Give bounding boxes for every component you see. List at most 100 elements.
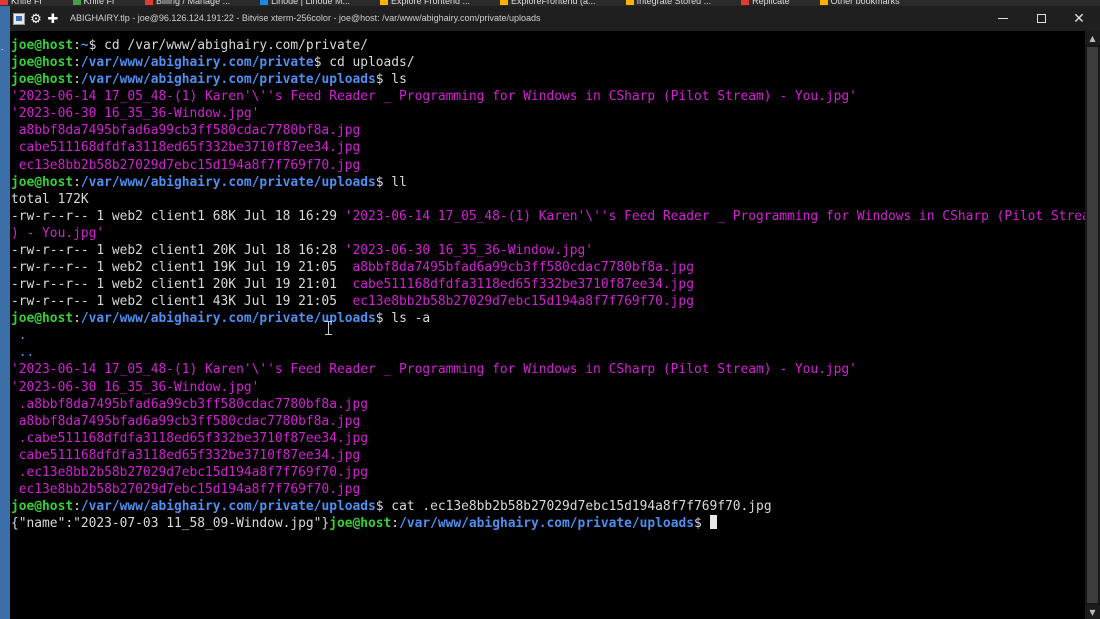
mouse-ibeam-cursor	[325, 321, 332, 335]
plus-icon[interactable]: ✚	[46, 12, 60, 27]
terminal-line: joe@host:/var/www/abighairy.com/private/…	[11, 310, 1085, 327]
bookmark-icon	[625, 0, 634, 5]
close-icon: ✕	[1073, 10, 1085, 27]
terminal-line: ..	[11, 344, 1085, 361]
terminal-text: -rw-r--r-- 1 web2 client1 43K Jul 19 21:…	[11, 294, 345, 310]
gear-icon[interactable]: ⚙	[29, 12, 43, 27]
file-name: cabe511168dfdfa3118ed65f332be3710f87ee34…	[11, 447, 361, 463]
terminal-line: -rw-r--r-- 1 web2 client1 19K Jul 19 21:…	[11, 259, 1085, 276]
terminal-text: -rw-r--r-- 1 web2 client1 68K Jul 18 16:…	[11, 208, 345, 224]
directory-name: .	[11, 328, 27, 344]
terminal-line: .cabe511168dfdfa3118ed65f332be3710f87ee3…	[11, 430, 1085, 447]
prompt-user-host: joe@host	[11, 55, 74, 71]
prompt-path: /var/www/abighairy.com/private	[80, 55, 314, 71]
scroll-down-icon[interactable]: ▼	[1085, 605, 1100, 619]
terminal-text: $	[693, 516, 710, 532]
terminal-line: .	[11, 327, 1085, 344]
prompt-user-host: joe@host	[11, 72, 74, 88]
bookmark-icon	[379, 0, 388, 5]
prompt-user-host: joe@host	[11, 311, 74, 327]
terminal-text: $ ls -a	[375, 311, 431, 327]
terminal-line: '2023-06-14 17_05_48-(1) Karen'\''s Feed…	[11, 88, 1085, 105]
file-name: '2023-06-14 17_05_48-(1) Karen'\''s Feed…	[11, 362, 857, 378]
file-name: a8bbf8da7495bfad6a99cb3ff580cdac7780bf8a…	[11, 413, 361, 429]
terminal-text: :	[391, 516, 400, 532]
file-name: .cabe511168dfdfa3118ed65f332be3710f87ee3…	[11, 430, 368, 446]
terminal-text: $ cd /var/www/abighairy.com/private/	[88, 38, 369, 53]
terminal-line: joe@host:/var/www/abighairy.com/private/…	[11, 174, 1085, 191]
bookmark-icon	[819, 0, 828, 5]
directory-name: ..	[11, 345, 35, 361]
minimize-icon	[998, 18, 1008, 19]
scroll-up-icon[interactable]: ▲	[1085, 31, 1100, 45]
file-name: ) - You.jpg'	[11, 225, 105, 241]
terminal-line: total 172K	[11, 191, 1085, 208]
desktop-fragment: .	[1, 42, 4, 52]
bookmark-icon	[260, 0, 269, 5]
terminal-line: ) - You.jpg'	[11, 225, 1085, 242]
terminal-line: -rw-r--r-- 1 web2 client1 20K Jul 19 21:…	[11, 276, 1085, 293]
file-name: '2023-06-30 16_35_36-Window.jpg'	[344, 242, 594, 258]
terminal-text: total 172K	[11, 191, 89, 207]
terminal-text: -rw-r--r-- 1 web2 client1 19K Jul 19 21:…	[11, 260, 345, 276]
file-name: '2023-06-30 16_35_36-Window.jpg'	[11, 106, 260, 122]
terminal-line: -rw-r--r-- 1 web2 client1 20K Jul 18 16:…	[11, 242, 1085, 259]
terminal-line: ec13e8bb2b58b27029d7ebc15d194a8f7f769f70…	[11, 157, 1085, 174]
window-title: ABIGHAIRY.tlp - joe@96.126.124.191:22 - …	[70, 13, 541, 23]
terminal-line: cabe511168dfdfa3118ed65f332be3710f87ee34…	[11, 447, 1085, 464]
bitvise-terminal-icon[interactable]	[12, 12, 26, 26]
prompt-path: /var/www/abighairy.com/private/uploads	[80, 174, 376, 190]
terminal-output[interactable]: joe@host:~$ cd /var/www/abighairy.com/pr…	[10, 31, 1085, 619]
minimize-button[interactable]	[984, 6, 1022, 31]
file-name: .a8bbf8da7495bfad6a99cb3ff580cdac7780bf8…	[11, 396, 368, 412]
file-name: ec13e8bb2b58b27029d7ebc15d194a8f7f769f70…	[344, 294, 694, 310]
terminal-text: :	[73, 38, 81, 53]
terminal-text: :	[73, 55, 81, 71]
terminal-text: :	[73, 311, 81, 327]
vertical-scrollbar[interactable]: ▲ ▼	[1085, 31, 1100, 619]
bookmark-icon	[0, 0, 8, 5]
file-name: a8bbf8da7495bfad6a99cb3ff580cdac7780bf8a…	[344, 260, 694, 276]
terminal-window: ⚙ ✚ ABIGHAIRY.tlp - joe@96.126.124.191:2…	[10, 6, 1100, 619]
bookmark-icon	[72, 0, 81, 5]
title-bar[interactable]: ⚙ ✚ ABIGHAIRY.tlp - joe@96.126.124.191:2…	[10, 6, 1100, 31]
title-bar-icons: ⚙ ✚	[12, 11, 60, 27]
terminal-text: :	[73, 499, 81, 515]
prompt-user-host: joe@host	[11, 38, 74, 53]
terminal-text: $ cd uploads/	[313, 55, 415, 71]
terminal-line: joe@host:/var/www/abighairy.com/private/…	[11, 498, 1085, 515]
file-name: ec13e8bb2b58b27029d7ebc15d194a8f7f769f70…	[11, 482, 361, 498]
file-name: '2023-06-30 16_35_36-Window.jpg'	[11, 379, 260, 395]
file-name: ec13e8bb2b58b27029d7ebc15d194a8f7f769f70…	[11, 157, 361, 173]
terminal-line: '2023-06-14 17_05_48-(1) Karen'\''s Feed…	[11, 361, 1085, 378]
terminal-line: -rw-r--r-- 1 web2 client1 43K Jul 19 21:…	[11, 293, 1085, 310]
scrollbar-thumb[interactable]	[1087, 47, 1098, 603]
file-name: .ec13e8bb2b58b27029d7ebc15d194a8f7f769f7…	[11, 464, 368, 480]
terminal-text: {"name":"2023-07-03 11_58_09-Window.jpg"…	[11, 516, 330, 532]
prompt-user-host: joe@host	[11, 499, 74, 515]
terminal-text: $ ls	[375, 72, 407, 88]
prompt-path: /var/www/abighairy.com/private/uploads	[399, 516, 694, 532]
terminal-line: a8bbf8da7495bfad6a99cb3ff580cdac7780bf8a…	[11, 413, 1085, 430]
bookmark-icon	[500, 0, 509, 5]
terminal-line: '2023-06-30 16_35_36-Window.jpg'	[11, 379, 1085, 396]
file-name: '2023-06-14 17_05_48-(1) Karen'\''s Feed…	[344, 208, 1085, 224]
bookmark-icon	[741, 0, 750, 5]
terminal-line: a8bbf8da7495bfad6a99cb3ff580cdac7780bf8a…	[11, 122, 1085, 139]
file-name: cabe511168dfdfa3118ed65f332be3710f87ee34…	[344, 277, 694, 293]
file-name: '2023-06-14 17_05_48-(1) Karen'\''s Feed…	[11, 89, 857, 105]
terminal-text: :	[73, 174, 81, 190]
terminal-line: -rw-r--r-- 1 web2 client1 68K Jul 18 16:…	[11, 208, 1085, 225]
terminal-line: ec13e8bb2b58b27029d7ebc15d194a8f7f769f70…	[11, 481, 1085, 498]
terminal-line: '2023-06-30 16_35_36-Window.jpg'	[11, 105, 1085, 122]
terminal-line: .ec13e8bb2b58b27029d7ebc15d194a8f7f769f7…	[11, 464, 1085, 481]
bookmark-icon	[145, 0, 154, 5]
prompt-path: /var/www/abighairy.com/private/uploads	[80, 499, 376, 515]
file-name: a8bbf8da7495bfad6a99cb3ff580cdac7780bf8a…	[11, 123, 361, 139]
file-name: cabe511168dfdfa3118ed65f332be3710f87ee34…	[11, 140, 361, 156]
text-cursor	[709, 515, 717, 530]
terminal-line: {"name":"2023-07-03 11_58_09-Window.jpg"…	[11, 515, 1085, 532]
close-button[interactable]: ✕	[1060, 6, 1098, 31]
terminal-text: :	[73, 72, 81, 88]
maximize-button[interactable]	[1022, 6, 1060, 31]
